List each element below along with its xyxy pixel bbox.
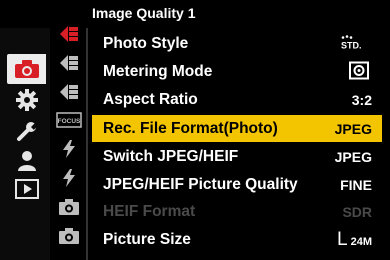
menu-item-label: Rec. File Format(Photo) [103, 119, 278, 137]
camera-icon [14, 59, 40, 79]
menu-item-photo-style[interactable]: Photo Style STD. [92, 30, 382, 57]
subtab-flash-1[interactable] [54, 137, 84, 165]
menu-item-label: Picture Size [103, 230, 191, 248]
menu-item-rec-file-format[interactable]: Rec. File Format(Photo) JPEG [92, 115, 382, 142]
menu-item-label: Metering Mode [103, 62, 213, 80]
column-divider [86, 28, 88, 260]
menu-item-label: HEIF Format [103, 202, 196, 220]
menu-item-heif-format: HEIF Format SDR [92, 198, 382, 225]
subtab-camera-1[interactable] [54, 195, 84, 223]
person-icon [16, 150, 38, 172]
category-custom[interactable] [8, 85, 46, 115]
focus-tab-icon: FOCUS [56, 110, 82, 135]
menu-item-label: Photo Style [103, 34, 189, 52]
menu-item-value: JPEG [334, 148, 372, 165]
arrow-tab-icon [58, 53, 80, 78]
menu-item-value: JPEG [334, 120, 372, 137]
subtab-image-quality-2[interactable] [54, 51, 84, 79]
metering-multiple-icon [349, 61, 369, 82]
subtab-image-quality-1[interactable] [54, 22, 84, 50]
category-column [0, 28, 50, 260]
subtab-focus[interactable]: FOCUS [54, 108, 84, 136]
wrench-icon [16, 120, 38, 142]
flash-tab-icon [61, 168, 77, 193]
category-photo[interactable] [7, 54, 46, 84]
camera-tab-icon [58, 198, 80, 221]
subtab-image-quality-3[interactable] [54, 80, 84, 108]
photo-style-standard-icon: STD. [340, 34, 372, 53]
menu-item-picture-size[interactable]: Picture Size L 24M [92, 226, 382, 253]
category-setup[interactable] [8, 116, 46, 146]
arrow-tab-icon [58, 24, 80, 49]
photo-style-value: STD. [341, 40, 362, 50]
menu-item-switch-jpeg-heif[interactable]: Switch JPEG/HEIF JPEG [92, 143, 382, 170]
gear-icon [16, 89, 38, 111]
menu-item-label: Switch JPEG/HEIF [103, 147, 239, 165]
category-playback[interactable] [8, 174, 46, 204]
menu-item-picture-quality[interactable]: JPEG/HEIF Picture Quality FINE [92, 171, 382, 198]
picture-size-icon: L 24M [337, 229, 372, 251]
camera-tab-icon [58, 227, 80, 250]
subtab-camera-2[interactable] [54, 224, 84, 252]
subtab-flash-2[interactable] [54, 166, 84, 194]
playback-icon [15, 179, 39, 199]
camera-menu-screen: Image Quality 1 FOCUS Photo Style STD. M… [0, 0, 390, 260]
arrow-tab-icon [58, 82, 80, 107]
svg-text:FOCUS: FOCUS [58, 118, 81, 125]
menu-item-metering-mode[interactable]: Metering Mode [92, 58, 382, 85]
flash-tab-icon [61, 139, 77, 164]
picture-size-letter: L [337, 228, 348, 250]
menu-item-label: Aspect Ratio [103, 90, 198, 108]
page-title: Image Quality 1 [92, 5, 196, 21]
menu-item-label: JPEG/HEIF Picture Quality [103, 175, 298, 193]
picture-size-megapixels: 24M [350, 235, 372, 248]
menu-item-value: FINE [340, 176, 372, 193]
menu-item-value: SDR [342, 203, 372, 220]
menu-item-value: 3:2 [351, 91, 372, 108]
category-my-menu[interactable] [8, 146, 46, 176]
menu-item-aspect-ratio[interactable]: Aspect Ratio 3:2 [92, 86, 382, 113]
